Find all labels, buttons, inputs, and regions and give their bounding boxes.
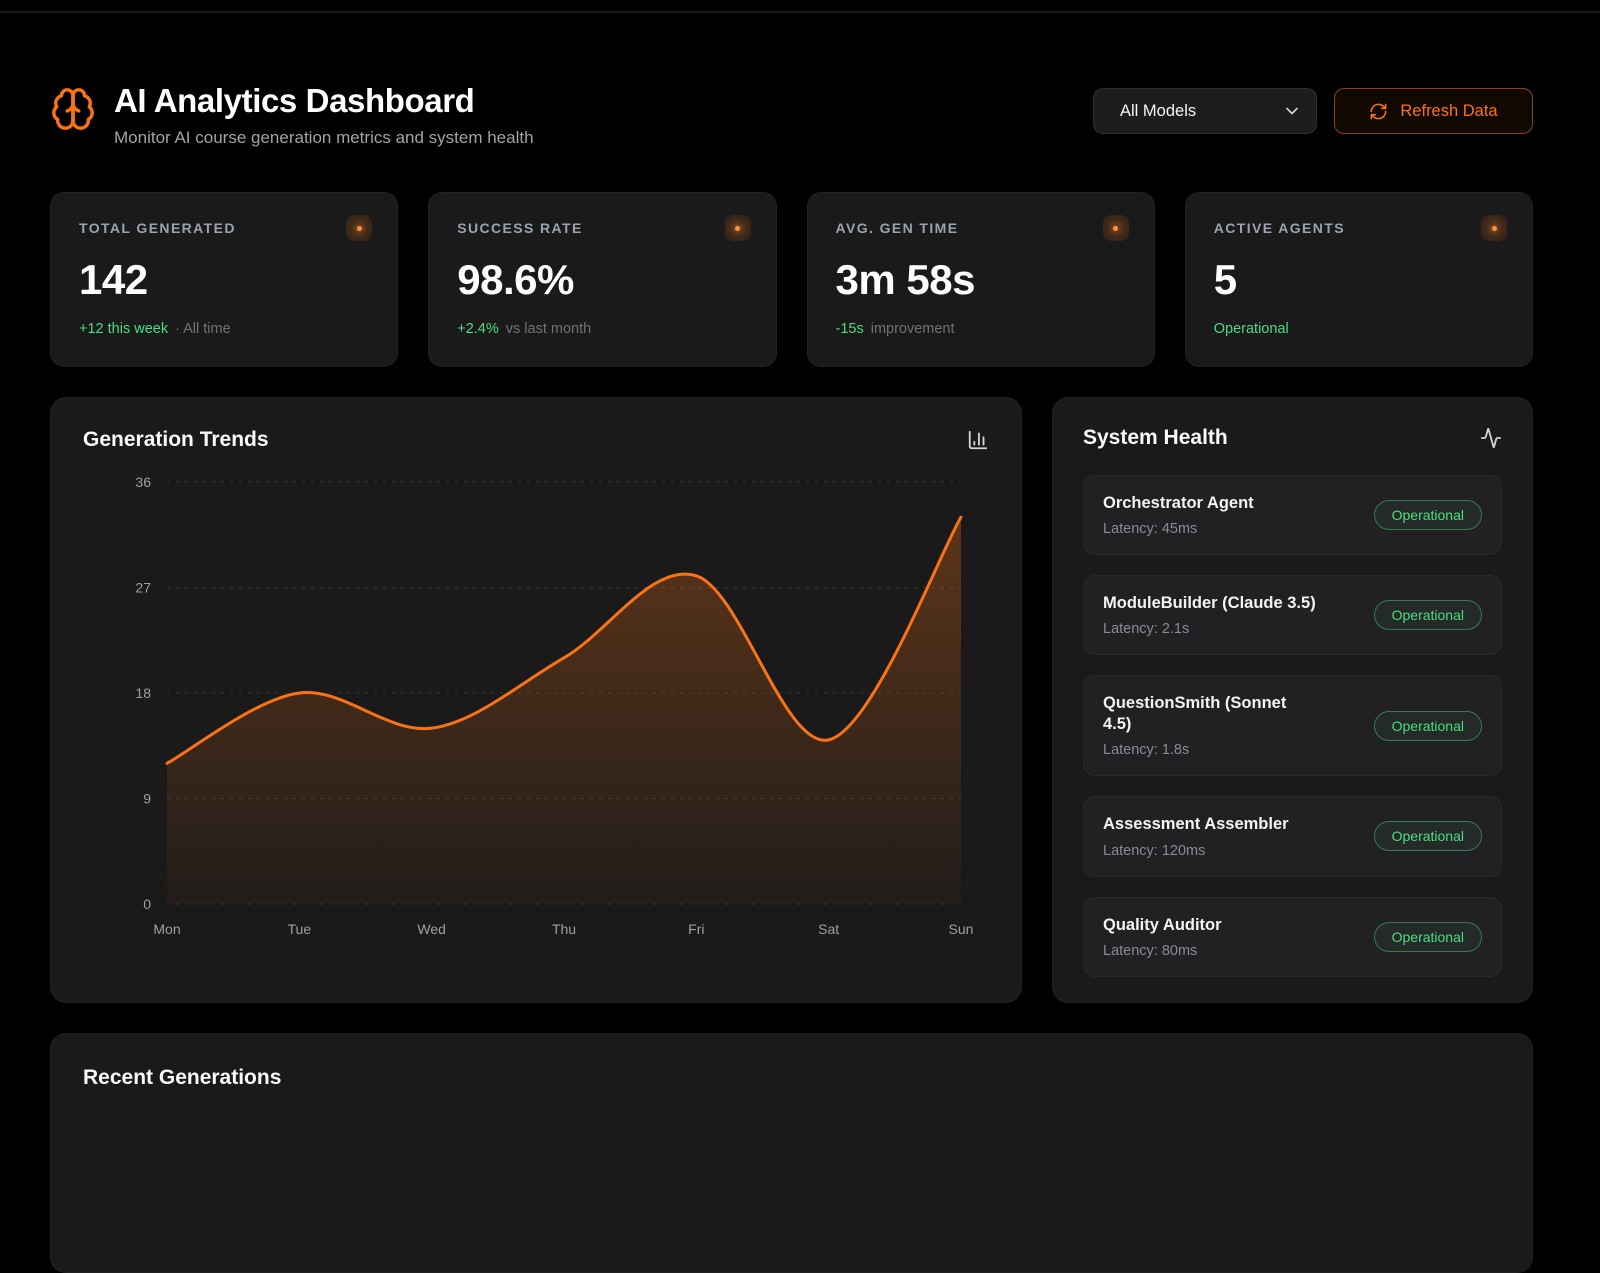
orange-glow-dot-icon: [725, 215, 751, 241]
stat-delta: +2.4%: [457, 321, 499, 337]
svg-text:Tue: Tue: [288, 921, 312, 937]
svg-text:Fri: Fri: [688, 921, 704, 937]
agent-name: ModuleBuilder (Claude 3.5): [1103, 593, 1316, 614]
stat-note: vs last month: [506, 321, 591, 337]
svg-text:0: 0: [143, 896, 151, 912]
agent-name: Assessment Assembler: [1103, 814, 1289, 835]
stat-card-avg-gen-time: AVG. GEN TIME 3m 58s -15s improvement: [807, 192, 1155, 367]
agent-name: QuestionSmith (Sonnet 4.5): [1103, 693, 1303, 735]
chevron-down-icon: [1282, 101, 1302, 121]
generation-trends-title: Generation Trends: [83, 428, 269, 452]
agent-latency: Latency: 120ms: [1103, 843, 1289, 859]
stat-label: TOTAL GENERATED: [79, 220, 369, 236]
stat-value: 98.6%: [457, 256, 747, 304]
status-badge: Operational: [1374, 711, 1482, 741]
page-header: AI Analytics Dashboard Monitor AI course…: [50, 82, 1533, 148]
stat-card-success-rate: SUCCESS RATE 98.6% +2.4% vs last month: [428, 192, 776, 367]
title-block: AI Analytics Dashboard Monitor AI course…: [114, 82, 534, 148]
svg-text:Sun: Sun: [949, 921, 974, 937]
stat-note: improvement: [871, 321, 955, 337]
stat-label: ACTIVE AGENTS: [1214, 220, 1504, 236]
stat-delta: +12 this week: [79, 321, 168, 337]
svg-text:Wed: Wed: [417, 921, 446, 937]
refresh-button-label: Refresh Data: [1400, 102, 1497, 121]
orange-glow-dot-icon: [1481, 215, 1507, 241]
stat-note: · All time: [175, 321, 231, 337]
refresh-data-button[interactable]: Refresh Data: [1334, 88, 1533, 134]
svg-text:18: 18: [135, 685, 151, 701]
stat-value: 5: [1214, 256, 1504, 304]
status-badge: Operational: [1374, 922, 1482, 952]
refresh-icon: [1369, 102, 1388, 121]
status-badge: Operational: [1374, 500, 1482, 530]
svg-text:27: 27: [135, 580, 151, 596]
agent-row-questionsmith: QuestionSmith (Sonnet 4.5) Latency: 1.8s…: [1083, 675, 1502, 776]
svg-text:Sat: Sat: [818, 921, 839, 937]
agent-name: Orchestrator Agent: [1103, 493, 1254, 514]
bar-chart-icon: [967, 429, 989, 451]
agent-list: Orchestrator Agent Latency: 45ms Operati…: [1083, 475, 1502, 977]
main-row: Generation Trends 0 9 18 27 36 Mon Tue Wed Thu Fr…: [50, 397, 1533, 1003]
stat-value: 142: [79, 256, 369, 304]
svg-text:Mon: Mon: [153, 921, 180, 937]
stat-card-total-generated: TOTAL GENERATED 142 +12 this week · All t…: [50, 192, 398, 367]
stat-label: AVG. GEN TIME: [836, 220, 1126, 236]
orange-glow-dot-icon: [346, 215, 372, 241]
dashboard-root: AI Analytics Dashboard Monitor AI course…: [50, 0, 1533, 1092]
agent-latency: Latency: 2.1s: [1103, 621, 1316, 637]
stat-label: SUCCESS RATE: [457, 220, 747, 236]
recent-generations-title: Recent Generations: [83, 1066, 1500, 1090]
brain-icon: [50, 86, 96, 132]
model-filter-select[interactable]: All Models: [1093, 88, 1317, 134]
stat-delta: Operational: [1214, 321, 1289, 337]
stat-card-row: TOTAL GENERATED 142 +12 this week · All t…: [50, 192, 1533, 367]
agent-name: Quality Auditor: [1103, 915, 1222, 936]
agent-row-assessment-assembler: Assessment Assembler Latency: 120ms Oper…: [1083, 796, 1502, 876]
page-title: AI Analytics Dashboard: [114, 82, 534, 120]
agent-latency: Latency: 45ms: [1103, 521, 1254, 537]
svg-text:9: 9: [143, 791, 151, 807]
agent-row-quality-auditor: Quality Auditor Latency: 80ms Operationa…: [1083, 897, 1502, 977]
generation-trends-chart: 0 9 18 27 36 Mon Tue Wed Thu Fri Sat Sun: [83, 464, 989, 959]
agent-row-orchestrator: Orchestrator Agent Latency: 45ms Operati…: [1083, 475, 1502, 555]
page-subtitle: Monitor AI course generation metrics and…: [114, 128, 534, 148]
system-health-card: System Health Orchestrator Agent Latency…: [1052, 397, 1533, 1003]
recent-generations-card: Recent Generations: [50, 1033, 1533, 1273]
generation-trends-card: Generation Trends 0 9 18 27 36 Mon Tue Wed Thu Fr…: [50, 397, 1022, 1003]
status-badge: Operational: [1374, 821, 1482, 851]
system-health-title: System Health: [1083, 426, 1228, 450]
stat-delta: -15s: [836, 321, 864, 337]
agent-latency: Latency: 1.8s: [1103, 742, 1303, 758]
orange-glow-dot-icon: [1103, 215, 1129, 241]
stat-value: 3m 58s: [836, 256, 1126, 304]
status-badge: Operational: [1374, 600, 1482, 630]
svg-text:36: 36: [135, 474, 151, 490]
model-filter-value: All Models: [1120, 102, 1196, 121]
agent-row-modulebuilder: ModuleBuilder (Claude 3.5) Latency: 2.1s…: [1083, 575, 1502, 655]
brand: AI Analytics Dashboard Monitor AI course…: [50, 82, 534, 148]
stat-card-active-agents: ACTIVE AGENTS 5 Operational: [1185, 192, 1533, 367]
agent-latency: Latency: 80ms: [1103, 943, 1222, 959]
header-controls: All Models Refresh Data: [1093, 88, 1533, 134]
svg-text:Thu: Thu: [552, 921, 576, 937]
activity-pulse-icon: [1480, 427, 1502, 449]
